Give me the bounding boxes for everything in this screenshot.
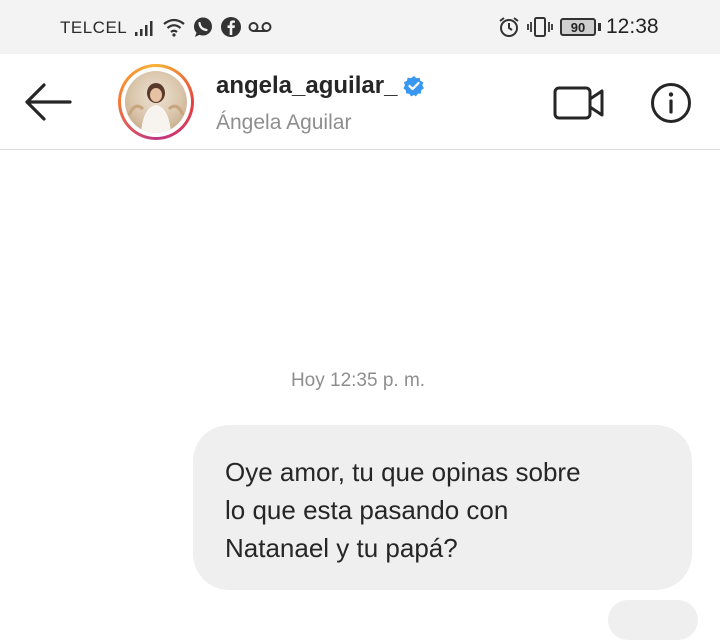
- facebook-icon: [221, 17, 241, 37]
- alarm-icon: [499, 17, 519, 37]
- battery-tip: [598, 23, 601, 31]
- verified-badge-icon: [403, 76, 425, 97]
- avatar-photo: [125, 71, 187, 133]
- chat-full-name: Ángela Aguilar: [216, 111, 352, 134]
- info-button[interactable]: [650, 82, 692, 124]
- status-time: 12:38: [606, 15, 659, 38]
- chat-header: angela_aguilar_ Ángela Aguilar: [0, 54, 720, 150]
- battery-indicator: 90: [560, 18, 596, 36]
- whatsapp-icon: [194, 17, 212, 37]
- video-call-icon: [553, 86, 604, 120]
- status-icons-right: 90: [498, 14, 601, 40]
- carrier-label: TELCEL: [60, 18, 128, 37]
- partial-message-bubble[interactable]: [608, 600, 698, 640]
- vibrate-icon: [527, 17, 553, 37]
- signal-icon: [135, 21, 153, 36]
- video-call-button[interactable]: [552, 82, 606, 124]
- avatar-figure: [127, 83, 185, 133]
- back-arrow-icon: [25, 83, 72, 121]
- profile-avatar[interactable]: [118, 64, 194, 140]
- chat-username[interactable]: angela_aguilar_: [216, 72, 397, 100]
- voicemail-icon: [248, 22, 272, 32]
- message-timestamp: Hoy 12:35 p. m.: [0, 370, 720, 392]
- username-row[interactable]: angela_aguilar_: [216, 72, 425, 100]
- wifi-icon: [163, 18, 185, 37]
- timestamp-text: Hoy 12:35 p. m.: [290, 370, 426, 391]
- sent-message-bubble[interactable]: Oye amor, tu que opinas sobre lo que est…: [193, 425, 692, 590]
- info-icon: [651, 83, 691, 123]
- back-button[interactable]: [22, 82, 74, 122]
- status-icons-left: [134, 14, 272, 40]
- status-bar: TELCEL 90 12:38: [0, 0, 720, 54]
